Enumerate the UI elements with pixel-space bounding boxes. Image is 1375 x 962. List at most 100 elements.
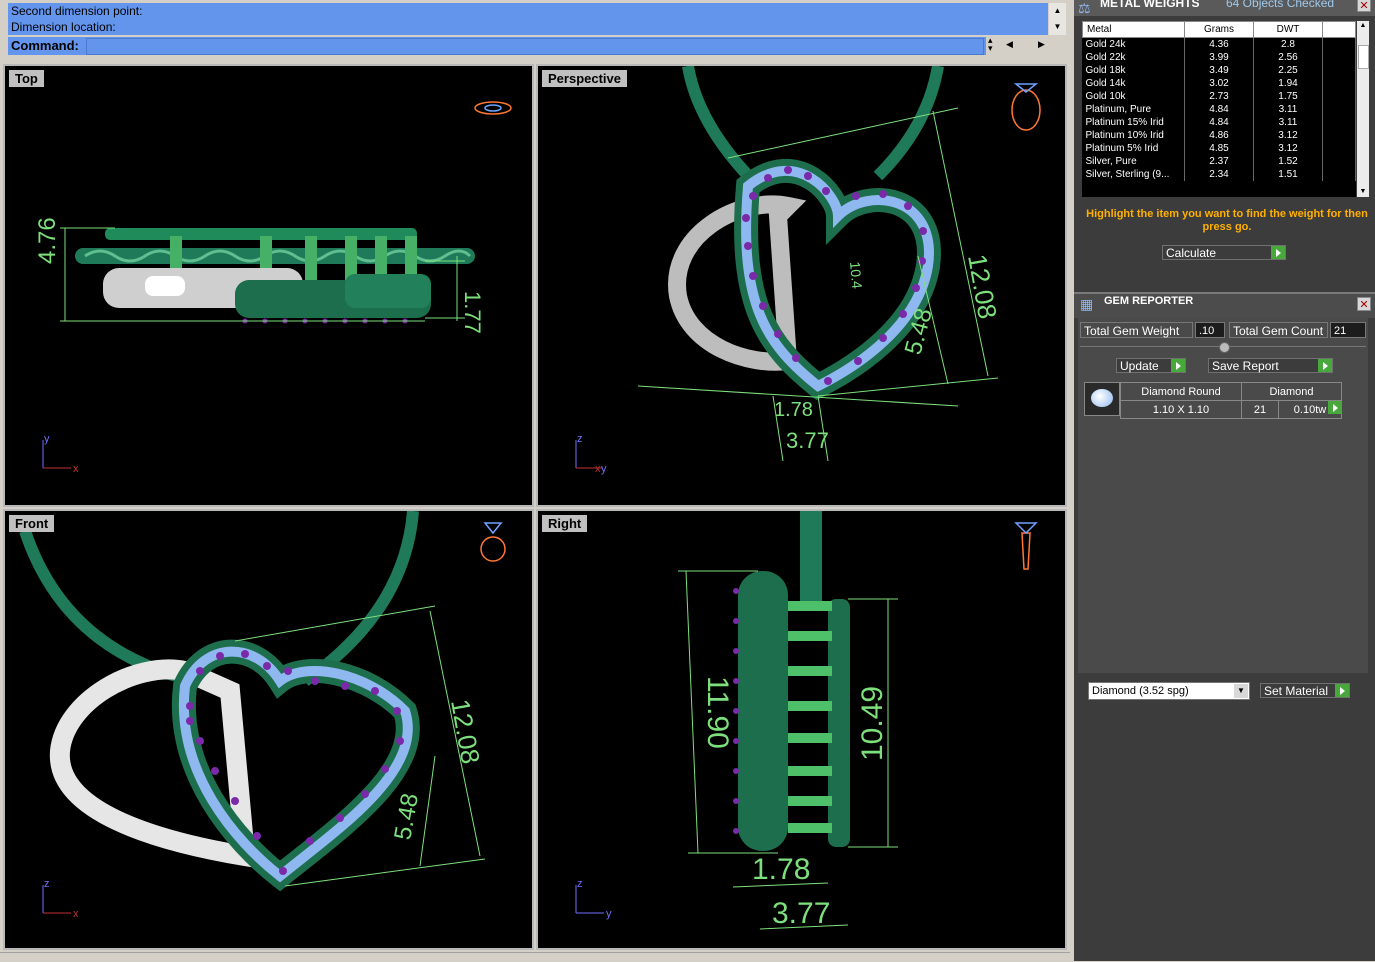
- viewport-right[interactable]: Right 11.90 10.49 1.78 3.77 z y: [536, 509, 1067, 950]
- table-row[interactable]: Gold 24k 4.36 2.8: [1082, 37, 1356, 51]
- calculate-label: Calculate: [1166, 246, 1217, 260]
- metal-name: Gold 22k: [1082, 51, 1185, 64]
- viewport-front-canvas: 12.08 5.48 z x: [19, 511, 506, 920]
- scroll-down-icon[interactable]: ▼: [1357, 187, 1369, 197]
- bail-bars: [788, 601, 832, 833]
- viewport-right-canvas: 11.90 10.49 1.78 3.77 z y: [575, 511, 1038, 930]
- column-header[interactable]: Metal: [1082, 21, 1185, 38]
- scroll-up-icon[interactable]: ▲: [1049, 3, 1066, 19]
- history-line: Second dimension point:: [11, 4, 143, 18]
- history-scrollbar[interactable]: ▲ ▼: [1049, 3, 1066, 35]
- dimension-label: 10.49: [856, 686, 889, 761]
- metal-grams: 4.84: [1184, 103, 1254, 116]
- metal-name: Platinum, Pure: [1082, 103, 1185, 116]
- gem-reporter-title: GEM REPORTER: [1104, 295, 1194, 307]
- viewport-perspective[interactable]: Perspective 12.08 5.48 1.78 3.77 10.4 z …: [536, 64, 1067, 507]
- splitter-handle[interactable]: [1219, 342, 1230, 353]
- table-row[interactable]: Platinum, Pure 4.84 3.11: [1082, 103, 1356, 116]
- metal-dwt: 3.12: [1253, 129, 1323, 142]
- scale-icon: ⚖: [1078, 0, 1091, 16]
- gem-table[interactable]: Diamond Round Diamond 1.10 X 1.10 21 0.1…: [1120, 382, 1342, 419]
- command-line: Command:: [8, 37, 986, 55]
- metal-name: Platinum 10% Irid: [1082, 129, 1185, 142]
- scroll-right-icon[interactable]: ▶: [1038, 39, 1045, 50]
- command-input[interactable]: [86, 38, 984, 55]
- table-row[interactable]: Silver, Pure 2.37 1.52: [1082, 155, 1356, 168]
- chain: [800, 511, 822, 611]
- metal-dwt: 2.56: [1253, 51, 1323, 64]
- set-material-label: Set Material: [1264, 684, 1329, 698]
- svg-text:y: y: [606, 908, 612, 920]
- command-controls: ▴ ▾ ◀ ▶: [986, 36, 1056, 55]
- viewport-top-canvas: 4.76 1.77 y x: [34, 101, 512, 475]
- set-material-button[interactable]: Set Material: [1260, 683, 1350, 698]
- metal-weights-header: ⚖ METAL WEIGHTS 64 Objects Checked ✕: [1074, 0, 1375, 16]
- update-button[interactable]: Update: [1116, 358, 1186, 373]
- table-row[interactable]: Gold 18k 3.49 2.25: [1082, 64, 1356, 77]
- table-row[interactable]: 1.10 X 1.10 21 0.10tw: [1120, 400, 1342, 419]
- viewport-top[interactable]: Top 4.76 1.77 y x: [3, 64, 534, 507]
- table-row[interactable]: Gold 14k 3.02 1.94: [1082, 77, 1356, 90]
- metal-weights-title: METAL WEIGHTS: [1100, 0, 1200, 10]
- table-row[interactable]: Gold 10k 2.73 1.75: [1082, 90, 1356, 103]
- column-header[interactable]: Grams: [1184, 21, 1254, 38]
- save-report-label: Save Report: [1212, 359, 1279, 373]
- metal-grams: 4.84: [1184, 116, 1254, 129]
- metal-grams: 2.37: [1184, 155, 1254, 168]
- scroll-left-icon[interactable]: ◀: [1006, 39, 1013, 50]
- metal-name: Gold 18k: [1082, 64, 1185, 77]
- table-row[interactable]: Silver, Sterling (9... 2.34 1.51: [1082, 168, 1356, 181]
- gem-reporter-header: ▦ GEM REPORTER ✕: [1074, 292, 1375, 318]
- diamond-round-icon: [1084, 382, 1120, 416]
- command-history: Second dimension point: Dimension locati…: [8, 3, 1048, 35]
- scroll-thumb[interactable]: [1358, 45, 1369, 69]
- material-selected: Diamond (3.52 spg): [1092, 685, 1189, 697]
- gem-size: 1.10 X 1.10: [1120, 400, 1242, 419]
- go-arrow-icon[interactable]: [1328, 401, 1342, 414]
- metal-dwt: 1.75: [1253, 90, 1323, 103]
- table-scrollbar[interactable]: ▲ ▼: [1357, 21, 1369, 197]
- svg-text:x: x: [73, 463, 79, 475]
- metal-dwt: 1.94: [1253, 77, 1323, 90]
- dimension-label: 3.77: [772, 897, 830, 930]
- axis-widget: y x: [42, 433, 79, 475]
- go-arrow-icon: [1318, 359, 1332, 372]
- column-header[interactable]: DWT: [1253, 21, 1323, 38]
- close-icon[interactable]: ✕: [1357, 297, 1371, 311]
- dimension-label: 11.90: [701, 676, 734, 749]
- table-row[interactable]: Gold 22k 3.99 2.56: [1082, 51, 1356, 64]
- metal-name: Gold 24k: [1082, 37, 1185, 51]
- spin-icon[interactable]: ▴ ▾: [988, 36, 993, 53]
- gem-type-header: Diamond: [1241, 382, 1342, 401]
- metal-weights-table[interactable]: Metal Grams DWT Gold 24k 4.36 2.8 Gold 22k 3…: [1082, 21, 1356, 197]
- viewport-title: Top: [9, 70, 44, 87]
- axis-widget: z x: [42, 878, 79, 920]
- metal-name: Platinum 15% Irid: [1082, 116, 1185, 129]
- ring-front-icon: [480, 522, 506, 562]
- close-icon[interactable]: ✕: [1357, 0, 1371, 12]
- material-select[interactable]: Diamond (3.52 spg) ▼: [1088, 682, 1250, 700]
- metal-name: Silver, Pure: [1082, 155, 1185, 168]
- table-row[interactable]: Platinum 5% Irid 4.85 3.12: [1082, 142, 1356, 155]
- save-report-button[interactable]: Save Report: [1208, 358, 1333, 373]
- table-row[interactable]: Platinum 10% Irid 4.86 3.12: [1082, 129, 1356, 142]
- metal-grams: 3.99: [1184, 51, 1254, 64]
- gem-count: 21: [1241, 400, 1279, 419]
- viewport-title: Right: [542, 515, 588, 532]
- scroll-down-icon[interactable]: ▼: [1049, 19, 1066, 35]
- chevron-down-icon[interactable]: ▼: [1234, 684, 1248, 698]
- scroll-up-icon[interactable]: ▲: [1357, 21, 1369, 31]
- command-area: Second dimension point: Dimension locati…: [0, 0, 1070, 60]
- metal-dwt: 1.52: [1253, 155, 1323, 168]
- svg-text:y: y: [601, 463, 607, 475]
- calculate-button[interactable]: Calculate: [1162, 245, 1286, 260]
- table-row[interactable]: Platinum 15% Irid 4.84 3.11: [1082, 116, 1356, 129]
- gem-reporter-panel: Total Gem Weight .10 Total Gem Count 21 …: [1078, 318, 1368, 673]
- dimension-label: 1.78: [752, 853, 810, 886]
- metal-grams: 2.34: [1184, 168, 1254, 181]
- svg-text:z: z: [577, 878, 583, 890]
- metal-hint-text: Highlight the item you want to find the …: [1086, 208, 1368, 233]
- viewport-front[interactable]: Front 12.08 5.48 z x: [3, 509, 534, 950]
- ring-top-icon: [474, 101, 512, 115]
- metal-name: Platinum 5% Irid: [1082, 142, 1185, 155]
